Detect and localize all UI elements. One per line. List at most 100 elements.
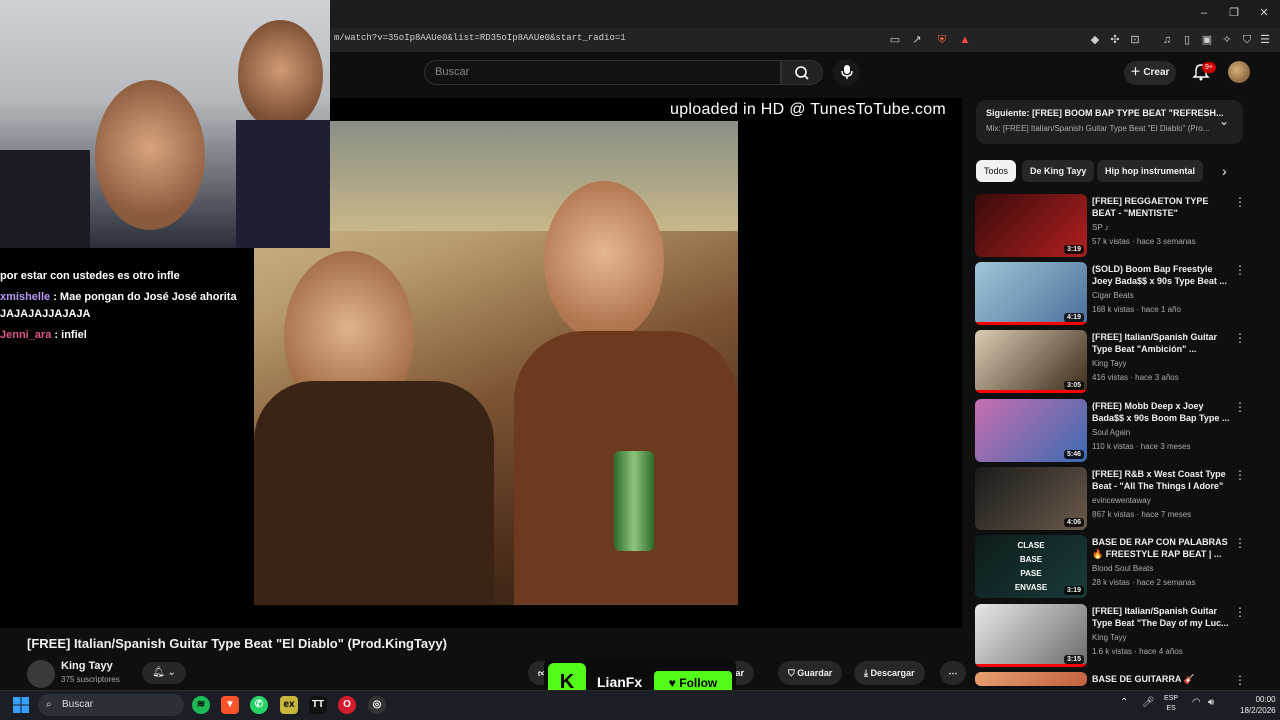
video-menu-icon[interactable]: ⋮ — [1234, 263, 1246, 277]
video-channel[interactable]: Blood Soul Beats — [1092, 564, 1153, 573]
channel-name[interactable]: King Tayy — [61, 660, 113, 672]
download-button[interactable]: ⤓ Descargar — [854, 661, 925, 685]
video-duration: 3:19 — [1063, 245, 1084, 254]
screenshot-icon[interactable]: ⊡ — [1128, 33, 1142, 47]
tray-mic-icon[interactable]: 🎤︎ — [1142, 697, 1155, 708]
friend-body — [236, 120, 330, 248]
close-icon[interactable]: ✕ — [1254, 6, 1274, 20]
video-menu-icon[interactable]: ⋮ — [1234, 331, 1246, 345]
chat-text: por estar con ustedes es otro infle — [0, 270, 180, 282]
subscribe-bell-button[interactable]: 🔔︎ ⌄ — [142, 662, 186, 684]
bell-icon: 🔔︎ — [152, 667, 165, 678]
create-button[interactable]: ＋ Crear — [1124, 61, 1176, 85]
video-menu-icon[interactable]: ⋮ — [1234, 195, 1246, 209]
chat-username: Jenni_ara — [0, 329, 52, 341]
brave-icon[interactable]: ▼ — [221, 696, 239, 714]
search-button[interactable] — [781, 60, 823, 85]
up-next-panel[interactable] — [976, 100, 1243, 144]
lang-line2: ES — [1166, 705, 1176, 712]
language-indicator[interactable]: ESP ES — [1164, 694, 1178, 714]
video-title: [FREE] Italian/Spanish Guitar Type Beat … — [27, 636, 447, 651]
brave-shield-icon[interactable]: ⛨ — [935, 33, 949, 47]
stream-webcam — [0, 0, 330, 248]
video-channel[interactable]: SP ♪ — [1092, 223, 1109, 232]
video-title[interactable]: [FREE] Italian/Spanish Guitar Type Beat … — [1092, 605, 1230, 629]
video-menu-icon[interactable]: ⋮ — [1234, 468, 1246, 482]
video-title[interactable]: [FREE] REGGAETON TYPE BEAT - "MENTISTE" — [1092, 195, 1230, 219]
chip-hip-hop-instrumental[interactable]: Hip hop instrumental — [1097, 160, 1203, 182]
video-title[interactable]: (SOLD) Boom Bap Freestyle Joey Bada$$ x … — [1092, 263, 1230, 287]
video-title[interactable]: [FREE] R&B x West Coast Type Beat - "All… — [1092, 468, 1230, 492]
video-thumbnail[interactable]: 4:19 — [975, 262, 1087, 325]
video-duration: 4:19 — [1063, 313, 1084, 322]
video-thumbnail[interactable]: 4:06 — [975, 467, 1087, 530]
video-title[interactable]: (FREE) Mobb Deep x Joey Bada$$ x 90s Boo… — [1092, 400, 1230, 424]
video-thumbnail[interactable]: CLASE BASE PASE ENVASE 3:19 — [975, 535, 1087, 598]
video-channel[interactable]: evincewentaway — [1092, 496, 1151, 505]
sidebar-icon[interactable]: ▯ — [1180, 33, 1194, 47]
video-duration: 3:19 — [1063, 586, 1084, 595]
search-icon: ⌕ — [46, 699, 52, 710]
video-channel[interactable]: King Tayy — [1092, 633, 1127, 642]
whatsapp-icon[interactable]: ✆ — [250, 696, 268, 714]
video-menu-icon[interactable]: ⋮ — [1234, 605, 1246, 619]
rewards-icon[interactable]: ▲ — [958, 33, 972, 47]
video-meta: 57 k vistas · hace 3 semanas — [1092, 237, 1196, 246]
save-button[interactable]: ⛉ Guardar — [778, 661, 843, 685]
cast-icon[interactable]: ▭ — [888, 33, 902, 47]
url-text[interactable]: m/watch?v=35oIp8AAUe0&list=RD35oIp8AAUe0… — [334, 33, 626, 43]
video-menu-icon[interactable]: ⋮ — [1234, 400, 1246, 414]
channel-avatar[interactable] — [27, 660, 55, 688]
account-avatar[interactable] — [1228, 61, 1250, 83]
video-thumbnail[interactable]: 3:05 — [975, 330, 1087, 393]
person-left-body — [254, 381, 494, 605]
puzzle-icon[interactable]: ✣ — [1108, 33, 1122, 47]
create-label: Crear — [1143, 67, 1170, 78]
tiktok-icon[interactable]: TT — [309, 696, 327, 714]
video-thumbnail[interactable]: 3:19 — [975, 194, 1087, 257]
chevron-right-icon[interactable]: › — [1222, 163, 1227, 179]
more-actions-button[interactable]: ⋯ — [940, 661, 966, 685]
wallet-icon[interactable]: ▣ — [1200, 33, 1214, 47]
video-thumbnail[interactable]: 3:15 — [975, 604, 1087, 667]
taskbar-clock[interactable]: 00:00 18/2/2026 — [1240, 694, 1276, 716]
voice-search-button[interactable] — [833, 59, 860, 86]
watch-progress-bar — [975, 390, 1087, 393]
video-channel[interactable]: King Tayy — [1092, 359, 1127, 368]
tray-chevron-up-icon[interactable]: ⌃ — [1120, 697, 1128, 708]
chevron-down-icon[interactable]: ⌄ — [1219, 114, 1229, 128]
streamer-face — [95, 80, 205, 230]
chrome-icon[interactable]: ◎ — [368, 696, 386, 714]
opera-icon[interactable]: O — [338, 696, 356, 714]
chip-de-king-tayy[interactable]: De King Tayy — [1022, 160, 1095, 182]
minimize-icon[interactable]: – — [1194, 6, 1214, 20]
chat-username: xmishelle — [0, 291, 51, 303]
menu-icon[interactable]: ☰ — [1258, 33, 1272, 47]
video-title[interactable]: BASE DE RAP CON PALABRAS 🔥 FREESTYLE RAP… — [1092, 536, 1230, 560]
notification-badge: 9+ — [1202, 62, 1216, 73]
video-channel[interactable]: Soul Again — [1092, 428, 1130, 437]
video-thumbnail[interactable] — [975, 672, 1087, 686]
volume-icon[interactable]: 🔊︎ — [1208, 697, 1214, 708]
vpn-icon[interactable]: ⛉ — [1240, 33, 1254, 47]
leo-icon[interactable]: ✧ — [1220, 33, 1234, 47]
video-menu-icon[interactable]: ⋮ — [1234, 673, 1246, 687]
video-title[interactable]: [FREE] Italian/Spanish Guitar Type Beat … — [1092, 331, 1230, 355]
restore-icon[interactable]: ❐ — [1224, 6, 1244, 20]
extension-icon[interactable]: ◆ — [1088, 33, 1102, 47]
video-menu-icon[interactable]: ⋮ — [1234, 536, 1246, 550]
taskbar-search[interactable]: ⌕ Buscar — [38, 694, 184, 716]
windows-start-icon[interactable] — [12, 696, 30, 714]
video-thumbnail[interactable]: 5:46 — [975, 399, 1087, 462]
save-label: Guardar — [797, 668, 833, 678]
chip-todos[interactable]: Todos — [976, 160, 1017, 182]
video-title[interactable]: BASE DE GUITARRA 🎸 — [1092, 673, 1230, 685]
share-icon[interactable]: ↗ — [910, 33, 924, 47]
search-input[interactable]: Buscar — [424, 60, 781, 85]
spotify-icon[interactable]: ≋ — [192, 696, 210, 714]
video-duration: 4:06 — [1063, 518, 1084, 527]
excel-icon[interactable]: ex — [280, 696, 298, 714]
video-channel[interactable]: Cigar Beats — [1092, 291, 1134, 300]
wifi-icon[interactable]: ◠ — [1192, 697, 1201, 708]
music-icon[interactable]: ♫ — [1160, 33, 1174, 47]
